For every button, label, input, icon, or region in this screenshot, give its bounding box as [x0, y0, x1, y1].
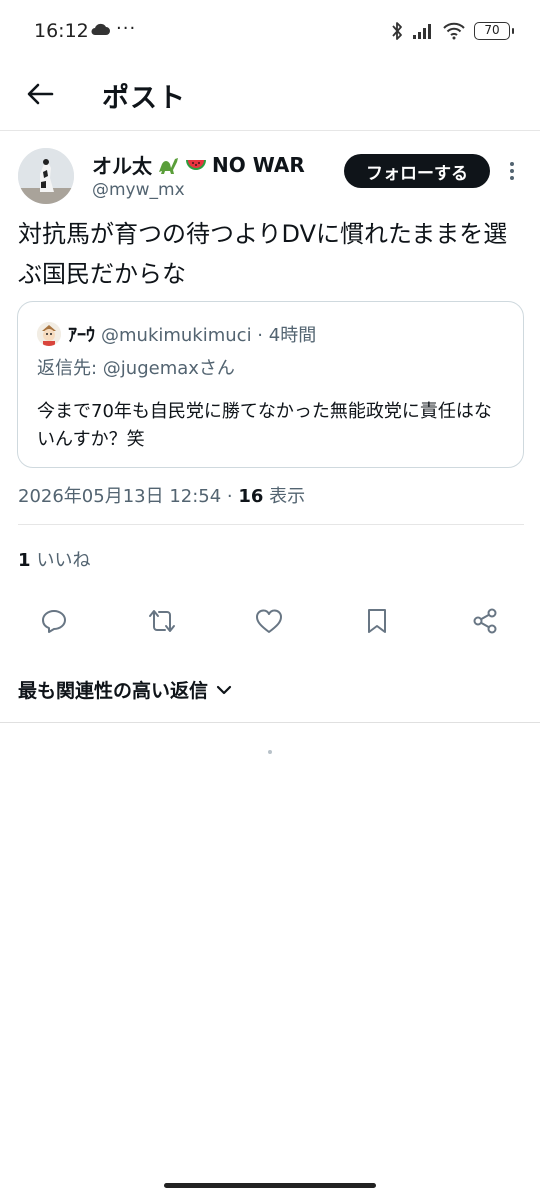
more-dot-icon: [510, 162, 514, 166]
author-name-suffix: NO WAR: [212, 152, 305, 177]
heart-icon: [256, 609, 282, 633]
divider: [0, 722, 540, 723]
likes-count: 1: [18, 550, 31, 571]
cloud-icon: [91, 23, 110, 35]
status-more-indicator: ···: [116, 18, 137, 39]
status-bar: 16:12 ··· 70: [0, 0, 540, 62]
author-avatar[interactable]: [18, 148, 74, 204]
more-dot-icon: [510, 169, 514, 173]
repost-button[interactable]: [145, 604, 179, 638]
bluetooth-icon: [392, 22, 402, 40]
quote-text: 今まで70年も自民党に勝てなかった無能政党に責任はないんすか？笑: [37, 401, 492, 450]
top-bar: ポスト: [0, 62, 540, 130]
author-name[interactable]: オル太 NO WAR: [92, 150, 305, 179]
share-icon: [473, 608, 497, 634]
post-text: 対抗馬が育つの待つよりDVに慣れたままを選ぶ国民だからな: [18, 220, 508, 288]
arrow-left-icon: [27, 83, 54, 105]
quote-author-handle: @mukimukimuci: [101, 325, 252, 346]
follow-button[interactable]: フォローする: [344, 154, 490, 188]
quote-author-avatar: [37, 322, 61, 346]
watermelon-emoji-icon: [186, 159, 206, 170]
more-dot-icon: [510, 176, 514, 180]
reply-button[interactable]: [37, 604, 71, 638]
quote-reply-to: 返信先: @jugemaxさん: [37, 358, 235, 379]
quote-header: ｱｰｳ @mukimukimuci · 4時間: [68, 321, 316, 347]
status-time: 16:12: [34, 20, 89, 42]
action-bar: [0, 600, 540, 644]
status-icons: 70: [390, 18, 514, 44]
quoted-post-card[interactable]: ｱｰｳ @mukimukimuci · 4時間 返信先: @jugemaxさん 今…: [17, 301, 524, 468]
views-count: 16: [238, 486, 264, 507]
bookmark-button[interactable]: [360, 604, 394, 638]
quote-author-name: ｱｰｳ: [68, 325, 95, 346]
author-display-name: オル太: [92, 154, 152, 178]
avatar-image: [18, 148, 74, 204]
views-label: 表示: [263, 486, 306, 507]
divider: [18, 524, 524, 525]
share-button[interactable]: [468, 604, 502, 638]
post-timestamp: 2026年05月13日 12:54 ·: [18, 486, 239, 507]
likes-summary[interactable]: 1 いいね: [18, 546, 91, 572]
loading-indicator: [268, 750, 272, 754]
post-meta: 2026年05月13日 12:54 · 16 表示: [18, 482, 305, 508]
comment-icon: [42, 610, 66, 633]
quote-time: · 4時間: [251, 325, 317, 346]
back-button[interactable]: [22, 76, 58, 112]
header-divider: [0, 130, 540, 131]
signal-icon: [413, 24, 431, 39]
reply-sort-selector[interactable]: 最も関連性の高い返信: [18, 676, 232, 703]
page-title: ポスト: [102, 83, 186, 114]
more-options-button[interactable]: [502, 158, 522, 184]
bookmark-icon: [368, 609, 386, 633]
author-handle[interactable]: @myw_mx: [92, 180, 185, 200]
chevron-down-icon: [216, 685, 232, 694]
likes-label: いいね: [36, 550, 91, 571]
wifi-icon: [443, 22, 465, 40]
like-button[interactable]: [252, 604, 286, 638]
reply-sort-label: 最も関連性の高い返信: [18, 680, 209, 702]
battery-indicator: 70: [474, 22, 514, 40]
repost-icon: [149, 610, 175, 632]
home-indicator[interactable]: [164, 1183, 376, 1188]
dinosaur-emoji-icon: [159, 157, 178, 174]
